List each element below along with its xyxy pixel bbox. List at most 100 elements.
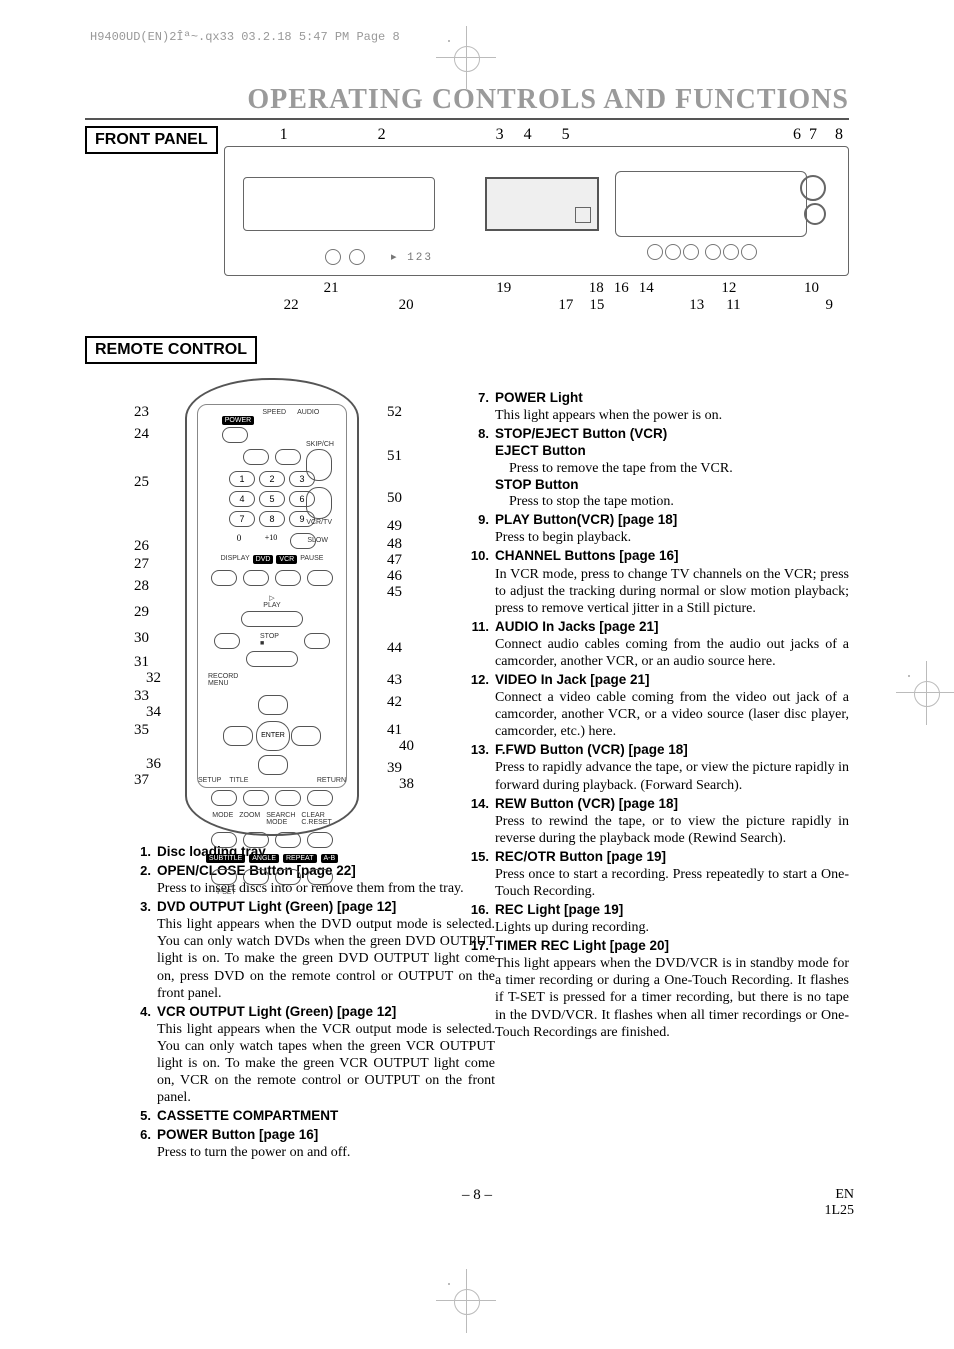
callout: 23: [113, 404, 149, 421]
key-label: SEARCH MODE: [266, 812, 295, 826]
key-label: SLOW: [307, 537, 328, 544]
callout: 35: [113, 722, 149, 739]
page-number: – 8 –: [0, 1187, 954, 1204]
list-item: 12.VIDEO In Jack [page 21]Connect a vide…: [463, 672, 849, 740]
key-label: SPEED: [260, 409, 288, 443]
callout: 18: [589, 280, 604, 297]
key-label: RETURN: [317, 777, 346, 784]
callout: 39: [387, 760, 402, 777]
callout: 7: [809, 126, 817, 144]
key-label: T-SET: [216, 889, 346, 896]
key-label: CLEAR C.RESET: [301, 812, 331, 826]
callout: 16: [614, 280, 629, 297]
callout: 30: [113, 630, 149, 647]
crop-mark-right: [908, 675, 944, 711]
callout: 25: [113, 474, 149, 491]
footer-code: EN1L25: [824, 1187, 854, 1219]
callout: 26: [113, 538, 149, 555]
callout: 33: [113, 688, 149, 705]
key-label: POWER: [222, 416, 254, 425]
callout: 17: [558, 297, 573, 314]
callout: 14: [639, 280, 654, 297]
callout: 15: [589, 297, 604, 314]
callout: 36: [125, 756, 161, 773]
callout: 31: [113, 654, 149, 671]
power-button-knob: [800, 175, 826, 201]
list-item: 4.VCR OUTPUT Light (Green) [page 12]This…: [125, 1004, 495, 1106]
key-label: SKIP/CH: [306, 441, 334, 448]
ffwd-key: [304, 633, 330, 649]
crop-mark-top: [448, 40, 484, 76]
callout: 13: [689, 297, 704, 314]
cassette-compartment: [615, 171, 807, 237]
callout: 19: [496, 280, 511, 297]
list-item: 9.PLAY Button(VCR) [page 18]Press to beg…: [463, 512, 849, 546]
list-item: 5.CASSETTE COMPARTMENT: [125, 1108, 495, 1125]
vcrtv-key: [306, 487, 332, 519]
key-label: STOP■: [260, 633, 284, 649]
callout: 5: [562, 126, 570, 144]
key-label: PAUSE: [300, 555, 323, 564]
key-label: REPEAT: [283, 854, 317, 863]
callout: 42: [387, 694, 402, 711]
play-key: [241, 611, 303, 627]
key-label: DVD: [253, 555, 274, 564]
callout: 44: [387, 640, 402, 657]
key-label: SUBTITLE: [206, 854, 245, 863]
callout: 22: [284, 297, 299, 314]
enter-key: ENTER: [256, 721, 290, 751]
stop-key: [246, 651, 298, 667]
list-item: 6.POWER Button [page 16]Press to turn th…: [125, 1127, 495, 1161]
callout: 45: [387, 584, 402, 601]
callout: 41: [387, 722, 402, 739]
callout: 8: [835, 126, 843, 144]
key-label: TITLE: [229, 777, 248, 784]
callout: 24: [113, 426, 149, 443]
callout: 29: [113, 604, 149, 621]
list-item: 15.REC/OTR Button [page 19]Press once to…: [463, 849, 849, 900]
key-label: A-B: [321, 854, 339, 863]
key-label: ZOOM: [239, 812, 260, 826]
list-item: 3.DVD OUTPUT Light (Green) [page 12]This…: [125, 899, 495, 1001]
callout: 48: [387, 536, 402, 553]
list-item: 11.AUDIO In Jacks [page 21]Connect audio…: [463, 619, 849, 670]
list-item: 16.REC Light [page 19]Lights up during r…: [463, 902, 849, 936]
key-label: SETUP: [198, 777, 221, 784]
list-item: 8.STOP/EJECT Button (VCR)EJECT ButtonPre…: [463, 426, 849, 510]
key-label: MENU: [208, 680, 346, 687]
skip-ch-key: [306, 449, 332, 481]
callout: 34: [125, 704, 161, 721]
list-item: 10.CHANNEL Buttons [page 16]In VCR mode,…: [463, 548, 849, 616]
callout: 3: [496, 126, 504, 144]
disc-tray: [243, 177, 435, 231]
key-label: AUDIO: [294, 409, 322, 443]
callout: 28: [113, 578, 149, 595]
key-label: VCR: [276, 555, 297, 564]
callout: 47: [387, 552, 402, 569]
callout: 38: [399, 776, 414, 793]
callout: 50: [387, 490, 402, 507]
list-item: 14.REW Button (VCR) [page 18]Press to re…: [463, 796, 849, 847]
callout: 1: [280, 126, 288, 144]
power-key: [222, 427, 248, 443]
key-label: VCR/TV: [306, 519, 332, 526]
remote-figure: 23 24 25 26 27 28 29 30 31 32 33 34 35 3…: [145, 378, 405, 838]
item-list-right: 7.POWER LightThis light appears when the…: [463, 390, 849, 1041]
key-label: RECORD: [208, 673, 346, 680]
callout: 51: [387, 448, 402, 465]
callout: 21: [324, 280, 339, 297]
remote-control-label: REMOTE CONTROL: [85, 336, 257, 364]
key-label: DISPLAY: [221, 555, 250, 564]
list-item: 17.TIMER REC Light [page 20]This light a…: [463, 938, 849, 1040]
crop-mark-bottom: [448, 1283, 484, 1319]
small-controls: ▸ 123: [325, 249, 433, 265]
rew-key: [214, 633, 240, 649]
callout: 20: [399, 297, 414, 314]
callout: 37: [113, 772, 149, 789]
key-label: ▷PLAY: [198, 594, 346, 609]
front-panel-label: FRONT PANEL: [85, 126, 218, 154]
nav-pad: ENTER: [217, 695, 327, 775]
callout: 27: [113, 556, 149, 573]
key-label: MODE: [212, 812, 233, 826]
callout: 9: [825, 297, 833, 314]
